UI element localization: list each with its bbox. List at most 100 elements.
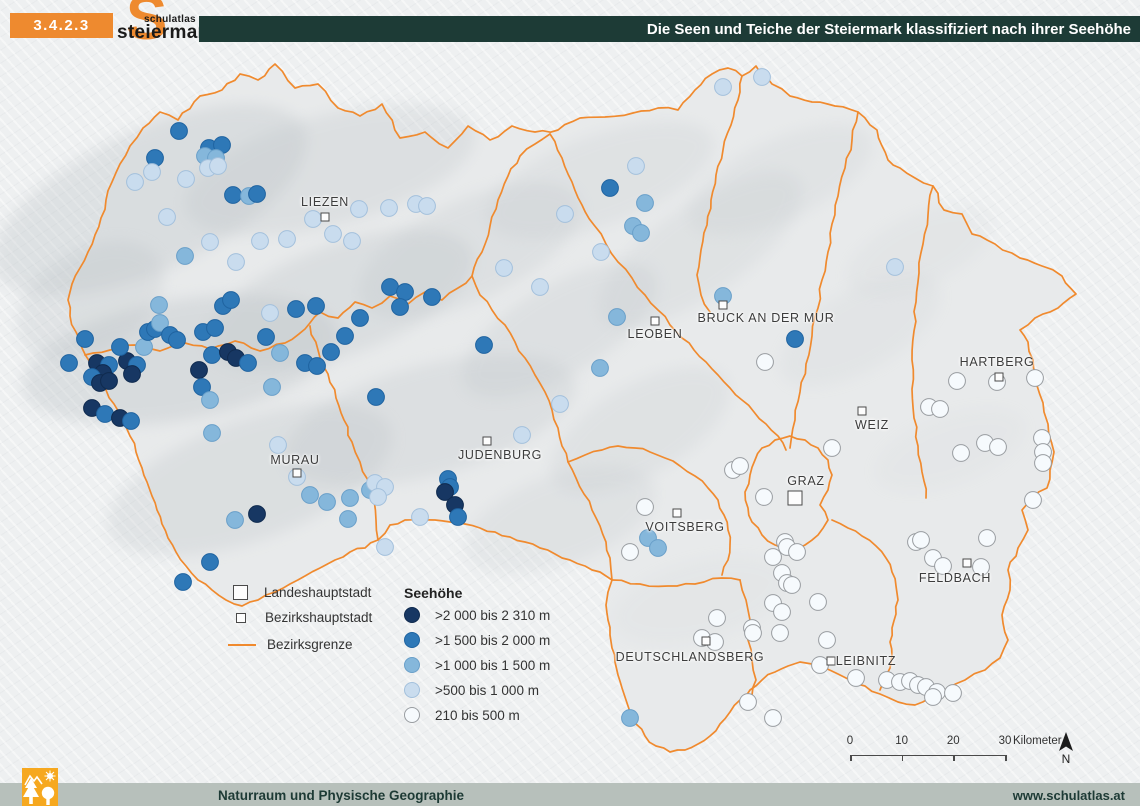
lake-dot-class2 (249, 186, 266, 203)
lake-dot-class4 (552, 396, 569, 413)
legend-bezirksgrenze: Bezirksgrenze (228, 637, 398, 652)
lake-dot-class3 (633, 225, 650, 242)
atlas-page: LIEZENLEOBENBRUCK AN DER MURHARTBERGWEIZ… (0, 0, 1140, 806)
lake-dot-class1 (191, 362, 208, 379)
lake-dot-class3 (342, 490, 359, 507)
scale-tick-label: 0 (847, 735, 853, 747)
lake-dot-class2 (323, 344, 340, 361)
lake-dot-class4 (178, 171, 195, 188)
lake-dot-class5 (740, 694, 757, 711)
lake-dot-class5 (925, 689, 942, 706)
bezirkshauptstadt-marker (321, 213, 330, 222)
lake-dot-class5 (765, 710, 782, 727)
lake-dot-class5 (953, 445, 970, 462)
lake-dot-class2 (204, 347, 221, 364)
legend-class-row: >500 bis 1 000 m (404, 682, 539, 698)
legend-class-dot-icon (404, 682, 420, 698)
legend-label: Bezirksgrenze (267, 637, 353, 652)
lake-dot-class5 (774, 604, 791, 621)
lake-dot-class3 (202, 392, 219, 409)
lake-dot-class4 (628, 158, 645, 175)
lake-dot-class2 (308, 298, 325, 315)
lake-dot-class5 (622, 544, 639, 561)
lake-dot-class4 (305, 211, 322, 228)
lake-dot-class5 (709, 610, 726, 627)
legend-class-label: >1 500 bis 2 000 m (435, 633, 550, 648)
legend-class-dot-icon (404, 657, 420, 673)
lake-dot-class3 (592, 360, 609, 377)
city-label: LEIBNITZ (836, 654, 896, 668)
lake-dot-class5 (1027, 370, 1044, 387)
lake-dot-class2 (424, 289, 441, 306)
lake-dot-class5 (637, 499, 654, 516)
lake-dot-class3 (177, 248, 194, 265)
lake-dot-class2 (602, 180, 619, 197)
lake-dot-class2 (97, 406, 114, 423)
lake-dot-class4 (532, 279, 549, 296)
bezirkshauptstadt-marker (651, 317, 660, 326)
lake-dot-class5 (732, 458, 749, 475)
legend-class-label: 210 bis 500 m (435, 708, 520, 723)
legend-label: Landeshauptstadt (264, 585, 371, 600)
lake-dot-class2 (368, 389, 385, 406)
legend-class-label: >1 000 bis 1 500 m (435, 658, 550, 673)
lake-dot-class2 (352, 310, 369, 327)
lake-dot-class2 (123, 413, 140, 430)
legend-seehoehe-title: Seehöhe (404, 585, 462, 601)
map-title: Die Seen und Teiche der Steiermark klass… (647, 21, 1131, 38)
lake-dot-class3 (136, 339, 153, 356)
lake-dot-class5 (1025, 492, 1042, 509)
lake-dot-class5 (789, 544, 806, 561)
lake-dot-class4 (270, 437, 287, 454)
lake-dot-class4 (593, 244, 610, 261)
lake-dot-class4 (325, 226, 342, 243)
legend-class-dot-icon (404, 607, 420, 623)
lake-dot-class4 (370, 489, 387, 506)
legend-class-row: >1 000 bis 1 500 m (404, 657, 550, 673)
landeshauptstadt-square-icon (233, 585, 248, 600)
footer-bar (0, 783, 1140, 806)
lake-dot-class3 (319, 494, 336, 511)
legend-class-dot-icon (404, 632, 420, 648)
legend-bezirkshauptstadt: Bezirkshauptstadt (228, 610, 398, 625)
border-line-icon (228, 644, 256, 646)
lake-dot-class3 (227, 512, 244, 529)
lake-dot-class5 (765, 549, 782, 566)
bezirkshauptstadt-marker (673, 509, 682, 518)
map-title-bar: Die Seen und Teiche der Steiermark klass… (199, 16, 1140, 42)
lake-dot-class3 (340, 511, 357, 528)
city-label: HARTBERG (960, 355, 1035, 369)
legend-landeshauptstadt: Landeshauptstadt (228, 585, 398, 600)
lake-dot-class3 (637, 195, 654, 212)
lake-dot-class4 (412, 509, 429, 526)
scale-line (850, 755, 1005, 756)
north-arrow-icon (1052, 731, 1080, 753)
lake-dot-class4 (144, 164, 161, 181)
footer-section-title: Naturraum und Physische Geographie (218, 788, 464, 803)
scale-tick-label: 30 (999, 735, 1012, 747)
lake-dot-class2 (787, 331, 804, 348)
city-label: LIEZEN (301, 195, 349, 209)
lake-dot-class5 (949, 373, 966, 390)
legend-class-row: >2 000 bis 2 310 m (404, 607, 550, 623)
bezirkshauptstadt-marker (293, 469, 302, 478)
lake-dot-class3 (302, 487, 319, 504)
legend-class-label: >2 000 bis 2 310 m (435, 608, 550, 623)
legend-label: Bezirkshauptstadt (265, 610, 372, 625)
lake-dot-class5 (979, 530, 996, 547)
bezirkshauptstadt-marker (963, 559, 972, 568)
lake-dot-class4 (344, 233, 361, 250)
lake-dot-class2 (397, 284, 414, 301)
bezirkshauptstadt-marker (719, 301, 728, 310)
schulatlas-logo: S schulatlas steiermark (112, 0, 206, 56)
lake-dot-class2 (223, 292, 240, 309)
lake-dot-class2 (392, 299, 409, 316)
lake-dot-class3 (609, 309, 626, 326)
bezirkshauptstadt-marker (827, 657, 836, 666)
lake-dot-class2 (382, 279, 399, 296)
north-arrow: N (1052, 731, 1080, 765)
lake-dot-class2 (476, 337, 493, 354)
lake-dot-class2 (171, 123, 188, 140)
lake-dot-class3 (272, 345, 289, 362)
lake-dot-class4 (715, 79, 732, 96)
